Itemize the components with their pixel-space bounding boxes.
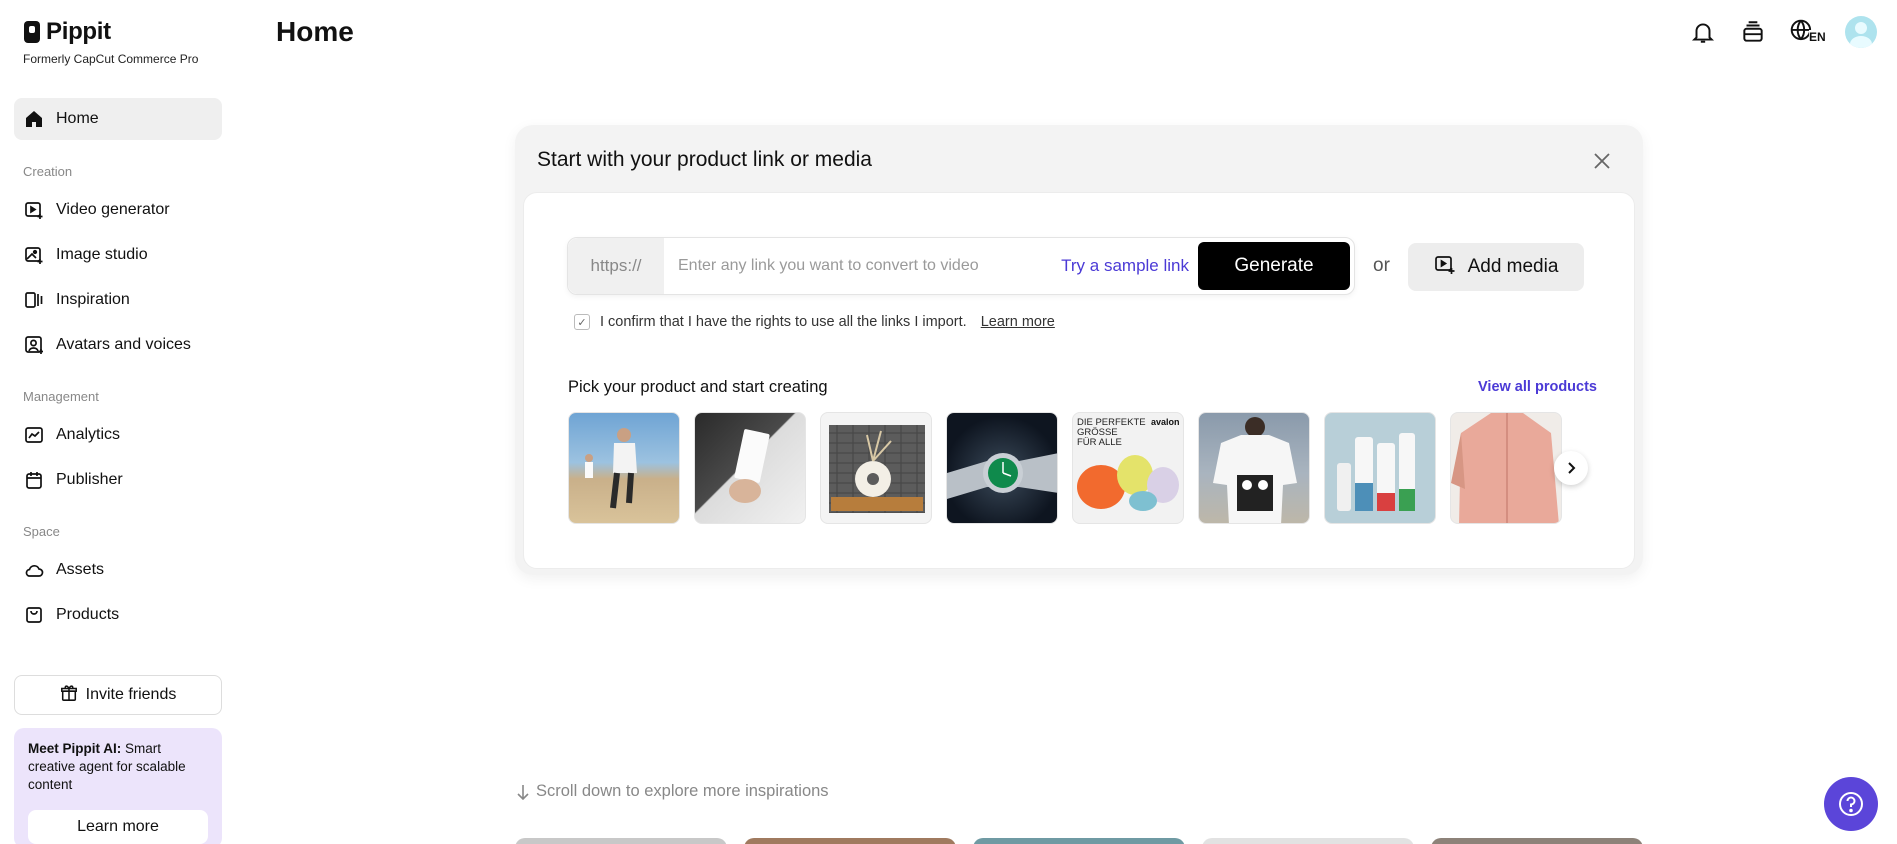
video-add-icon <box>24 200 44 220</box>
language-code: EN <box>1809 30 1826 44</box>
arrow-down-icon <box>517 784 529 800</box>
inspiration-icon <box>24 290 44 310</box>
product-thumbnail-tshirt[interactable] <box>1198 412 1310 524</box>
sidebar-item-assets[interactable]: Assets <box>14 549 222 591</box>
chevron-right-icon <box>1568 462 1576 474</box>
pick-product-title: Pick your product and start creating <box>568 378 828 396</box>
promo-text: Meet Pippit AI: Smart creative agent for… <box>28 740 208 794</box>
credits-icon[interactable] <box>1739 16 1767 48</box>
close-icon[interactable] <box>1590 149 1614 173</box>
sidebar-item-avatars-and-voices[interactable]: Avatars and voices <box>14 324 222 366</box>
product-thumbnail-watch[interactable] <box>946 412 1058 524</box>
thumbnail-brand: avalon <box>1151 417 1180 427</box>
scroll-hint: Scroll down to explore more inspirations <box>516 782 829 801</box>
thumbnail-text-line3: FÜR ALLE <box>1077 437 1122 448</box>
page-title: Home <box>276 16 354 47</box>
promo-card: Meet Pippit AI: Smart creative agent for… <box>14 728 222 844</box>
sidebar-item-label: Assets <box>56 561 105 578</box>
invite-friends-label: Invite friends <box>85 686 177 703</box>
inspiration-card[interactable] <box>515 838 727 844</box>
product-carousel: DIE PERFEKTE GRÖSSE FÜR ALLE avalon <box>568 412 1588 524</box>
sidebar-item-label: Image studio <box>56 246 148 263</box>
header-actions: EN <box>1689 16 1877 48</box>
product-thumbnail-shirt[interactable] <box>1450 412 1562 524</box>
inspiration-card[interactable] <box>744 838 956 844</box>
rights-checkbox[interactable]: ✓ <box>574 314 590 330</box>
url-prefix: https:// <box>568 238 664 294</box>
rights-confirmation: ✓ I confirm that I have the rights to us… <box>574 314 1055 330</box>
section-label-space: Space <box>23 524 60 539</box>
media-add-icon <box>1434 253 1456 281</box>
start-card-title: Start with your product link or media <box>537 148 872 171</box>
language-globe-icon[interactable]: EN <box>1789 16 1826 48</box>
inspiration-card[interactable] <box>1202 838 1414 844</box>
try-sample-link[interactable]: Try a sample link <box>1061 256 1189 276</box>
scroll-hint-text: Scroll down to explore more inspirations <box>536 782 829 800</box>
user-avatar[interactable] <box>1845 16 1877 48</box>
sidebar-item-home[interactable]: Home <box>14 98 222 140</box>
sidebar-item-label: Video generator <box>56 201 170 218</box>
inspiration-card[interactable] <box>973 838 1185 844</box>
product-thumbnail-cream[interactable] <box>1324 412 1436 524</box>
logo[interactable]: Pippit <box>24 18 111 46</box>
product-icon <box>24 605 44 625</box>
link-input-bar: https:// Try a sample link Generate <box>567 237 1355 295</box>
home-icon <box>24 109 44 129</box>
analytics-icon <box>24 425 44 445</box>
sidebar-item-label: Avatars and voices <box>56 336 191 353</box>
sidebar-item-label: Products <box>56 606 120 623</box>
sidebar-item-analytics[interactable]: Analytics <box>14 414 222 456</box>
add-media-label: Add media <box>1467 256 1559 277</box>
brand-subtitle: Formerly CapCut Commerce Pro <box>23 52 199 66</box>
bell-icon[interactable] <box>1689 16 1717 48</box>
sidebar-item-products[interactable]: Products <box>14 594 222 636</box>
generate-button[interactable]: Generate <box>1198 242 1350 290</box>
rights-learn-more-link[interactable]: Learn more <box>981 314 1055 330</box>
sidebar-item-inspiration[interactable]: Inspiration <box>14 279 222 321</box>
calendar-icon <box>24 470 44 490</box>
sidebar-item-label: Inspiration <box>56 291 130 308</box>
product-thumbnail-beanbags[interactable]: DIE PERFEKTE GRÖSSE FÜR ALLE avalon <box>1072 412 1184 524</box>
sidebar-item-image-studio[interactable]: Image studio <box>14 234 222 276</box>
product-link-input[interactable] <box>664 246 1062 286</box>
sidebar-item-video-generator[interactable]: Video generator <box>14 189 222 231</box>
add-media-button[interactable]: Add media <box>1408 243 1584 291</box>
promo-learn-more-button[interactable]: Learn more <box>28 810 208 844</box>
product-thumbnail-card[interactable] <box>694 412 806 524</box>
product-thumbnail-vase[interactable] <box>820 412 932 524</box>
or-separator: or <box>1373 255 1390 276</box>
product-thumbnail-beach[interactable] <box>568 412 680 524</box>
avatar-icon <box>24 335 44 355</box>
rights-confirm-text: I confirm that I have the rights to use … <box>600 314 967 330</box>
section-label-management: Management <box>23 389 99 404</box>
help-button[interactable] <box>1824 777 1878 831</box>
brand-name: Pippit <box>46 18 111 45</box>
sidebar: Pippit Formerly CapCut Commerce Pro Home… <box>0 0 222 844</box>
carousel-next-button[interactable] <box>1554 451 1588 485</box>
sidebar-item-publisher[interactable]: Publisher <box>14 459 222 501</box>
inspiration-card[interactable] <box>1431 838 1643 844</box>
image-add-icon <box>24 245 44 265</box>
gift-icon <box>60 684 78 707</box>
section-label-creation: Creation <box>23 164 73 179</box>
question-icon <box>1839 792 1863 816</box>
invite-friends-button[interactable]: Invite friends <box>14 675 222 715</box>
view-all-products-link[interactable]: View all products <box>1478 379 1597 395</box>
sidebar-item-label: Publisher <box>56 471 123 488</box>
promo-title: Meet Pippit AI: <box>28 741 122 756</box>
cloud-icon <box>24 560 44 580</box>
sidebar-item-label: Analytics <box>56 426 121 443</box>
sidebar-item-label: Home <box>56 110 99 127</box>
pippit-logo-icon <box>24 21 40 43</box>
inspiration-preview-row <box>515 838 1645 844</box>
